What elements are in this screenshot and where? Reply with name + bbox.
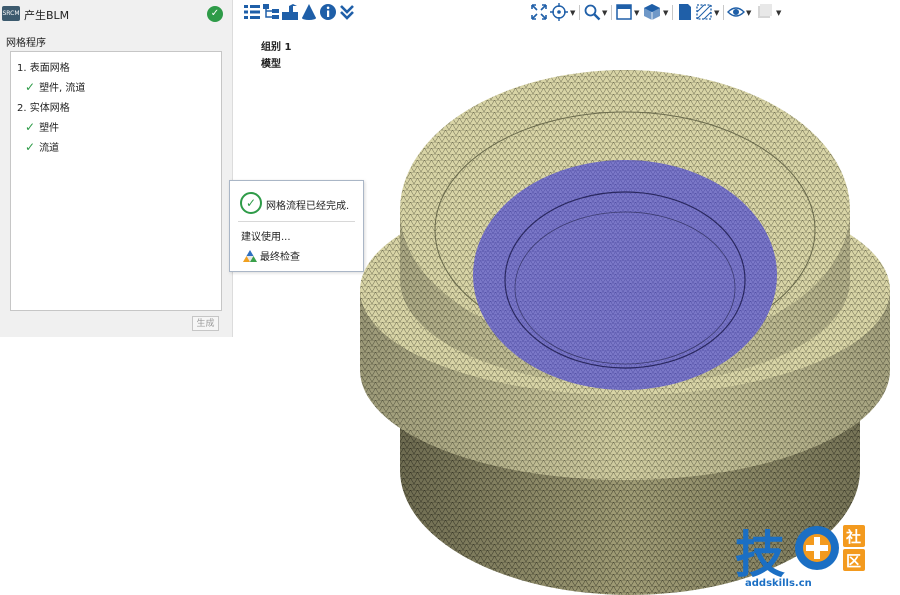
chevron-down-icon[interactable]: ▼ — [570, 9, 575, 17]
list-item-surface-part-runner[interactable]: ✓ 塑件, 流道 — [25, 79, 85, 94]
mesh-complete-popup: ✓ 网格流程已经完成. 建议使用... 最终检查 — [229, 180, 364, 272]
chevron-down-icon[interactable]: ▼ — [602, 9, 607, 17]
final-check-icon — [243, 250, 257, 262]
popup-message: 网格流程已经完成. — [266, 201, 350, 212]
panel-header: SRCM 产生BLM ✓ — [0, 0, 232, 28]
success-check-icon: ✓ — [240, 192, 262, 214]
mesh-model-viewport[interactable] — [358, 40, 900, 595]
cube-view-icon[interactable] — [643, 3, 661, 21]
chevron-down-icon[interactable]: ▼ — [634, 9, 639, 17]
shape-tool-icon[interactable] — [281, 3, 299, 21]
list-view-icon[interactable] — [243, 3, 261, 21]
watermark-glyph-main: 技 — [735, 526, 785, 584]
cone-tool-icon[interactable] — [300, 3, 318, 21]
info-icon[interactable] — [319, 3, 337, 21]
section-label: 网格程序 — [6, 38, 46, 49]
generate-button[interactable]: 生成 — [192, 316, 219, 331]
list-item-surface-mesh[interactable]: 1. 表面网格 — [17, 59, 70, 74]
list-item-solid-part[interactable]: ✓ 塑件 — [25, 119, 59, 134]
check-icon: ✓ — [25, 120, 36, 134]
watermark-site-text: addskills.cn — [745, 578, 812, 589]
chevron-down-icon[interactable]: ▼ — [714, 9, 719, 17]
chevron-down-icon[interactable]: ▼ — [776, 9, 781, 17]
disabled-view-icon — [755, 3, 773, 21]
procedure-list: 1. 表面网格 ✓ 塑件, 流道 2. 实体网格 ✓ 塑件 ✓ 流道 — [10, 51, 222, 311]
list-item-label: 2. 实体网格 — [17, 103, 70, 114]
popup-suggest-label: 建议使用... — [241, 232, 291, 243]
final-check-label: 最终检查 — [260, 252, 300, 263]
window-view-icon[interactable] — [615, 3, 633, 21]
toolbar-divider — [672, 5, 673, 20]
zoom-icon[interactable] — [583, 3, 601, 21]
status-ok-icon[interactable]: ✓ — [207, 6, 223, 22]
list-item-solid-mesh[interactable]: 2. 实体网格 — [17, 99, 70, 114]
mesh-procedure-panel: SRCM 产生BLM ✓ 网格程序 1. 表面网格 ✓ 塑件, 流道 2. 实体网… — [0, 0, 233, 337]
watermark-glyph-bottom: 区 — [846, 552, 861, 570]
list-item-label: 流道 — [39, 143, 60, 154]
mesh-display-icon[interactable] — [695, 3, 713, 21]
panel-title: 产生BLM — [24, 9, 70, 22]
toolbar-divider — [723, 5, 724, 20]
mesh-cavity — [473, 160, 777, 390]
check-icon: ✓ — [25, 80, 36, 94]
rotate-view-icon[interactable] — [550, 3, 568, 21]
list-item-label: 塑件, 流道 — [39, 83, 86, 94]
divider — [238, 221, 355, 222]
eye-icon[interactable] — [727, 3, 745, 21]
group-label: 组别 1 — [261, 42, 292, 53]
toolbar-divider — [579, 5, 580, 20]
tree-view-icon[interactable] — [262, 3, 280, 21]
model-label: 模型 — [261, 59, 281, 70]
expand-more-icon[interactable] — [338, 3, 356, 21]
list-item-label: 塑件 — [39, 123, 60, 134]
chevron-down-icon[interactable]: ▼ — [663, 9, 668, 17]
final-check-link[interactable]: 最终检查 — [243, 248, 300, 263]
watermark-glyph-top: 社 — [845, 528, 861, 546]
check-icon: ✓ — [25, 140, 36, 154]
list-item-label: 1. 表面网格 — [17, 63, 70, 74]
chevron-down-icon[interactable]: ▼ — [746, 9, 751, 17]
toolbar-divider — [611, 5, 612, 20]
page-view-icon[interactable] — [676, 3, 694, 21]
list-item-solid-runner[interactable]: ✓ 流道 — [25, 139, 59, 154]
app-logo-icon: SRCM — [2, 6, 20, 21]
fit-view-icon[interactable] — [530, 3, 548, 21]
